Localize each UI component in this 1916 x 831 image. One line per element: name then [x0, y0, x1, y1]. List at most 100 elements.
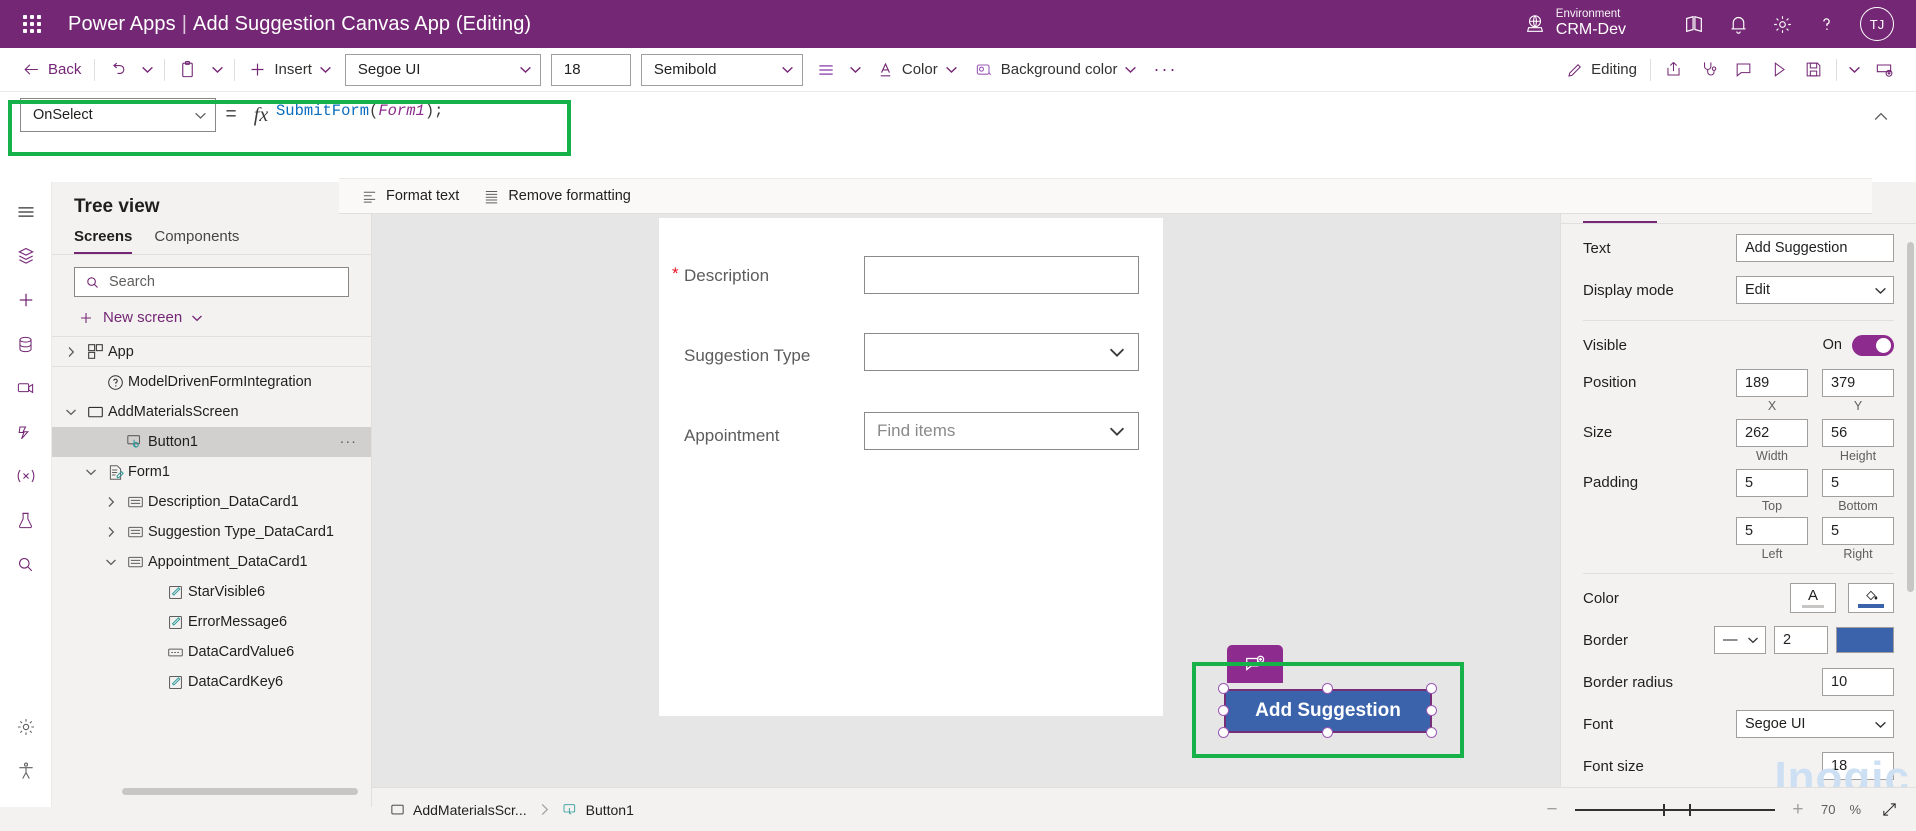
- search-box[interactable]: [74, 267, 349, 297]
- text-value-input[interactable]: Add Suggestion: [1736, 234, 1894, 262]
- data-icon[interactable]: [6, 322, 46, 366]
- save-icon[interactable]: [1796, 53, 1831, 87]
- tree-item-addmaterialsscreen[interactable]: AddMaterialsScreen: [52, 397, 371, 427]
- tree-view-icon[interactable]: [6, 234, 46, 278]
- tree-item-appointment-datacard1[interactable]: Appointment_DataCard1: [52, 547, 371, 577]
- paste-dropdown-chevron-down-icon[interactable]: [205, 53, 229, 87]
- share-icon[interactable]: [1656, 53, 1691, 87]
- collapse-chevron-up-icon[interactable]: [1864, 102, 1898, 132]
- tree-chevron-right-icon[interactable]: [60, 346, 82, 358]
- editing-mode-button[interactable]: Editing: [1558, 53, 1645, 87]
- tree-item-starvisible6[interactable]: StarVisible6: [52, 577, 371, 607]
- zoom-in-button[interactable]: +: [1789, 799, 1807, 821]
- variables-icon[interactable]: [6, 454, 46, 498]
- tree-chevron-right-icon[interactable]: [100, 496, 122, 508]
- size-width-input[interactable]: 262: [1736, 419, 1808, 447]
- tree-chevron-down-icon[interactable]: [80, 466, 102, 478]
- save-dropdown-chevron-down-icon[interactable]: [1842, 53, 1866, 87]
- app-checker-icon[interactable]: [1691, 53, 1726, 87]
- resize-handle-bottom-right[interactable]: [1426, 727, 1437, 738]
- breadcrumb-control[interactable]: Button1: [562, 802, 634, 818]
- avatar[interactable]: TJ: [1860, 7, 1894, 41]
- breadcrumb-screen[interactable]: AddMaterialsScr...: [390, 802, 527, 818]
- align-dropdown-chevron-down-icon[interactable]: [844, 53, 868, 87]
- position-x-input[interactable]: 189: [1736, 369, 1808, 397]
- preview-play-icon[interactable]: [1761, 53, 1796, 87]
- padding-top-input[interactable]: 5: [1736, 469, 1808, 497]
- undo-dropdown-chevron-down-icon[interactable]: [135, 53, 159, 87]
- search-icon[interactable]: [6, 542, 46, 586]
- app-canvas[interactable]: * Description Suggestion Type Appointmen…: [372, 182, 1560, 807]
- properties-scrollbar[interactable]: [1907, 242, 1914, 592]
- resize-handle-top-left[interactable]: [1218, 683, 1229, 694]
- tab-screens[interactable]: Screens: [74, 228, 133, 254]
- environment-selector[interactable]: Environment CRM-Dev: [1524, 8, 1626, 40]
- add-comment-icon[interactable]: [1227, 645, 1283, 683]
- fit-to-screen-icon[interactable]: [1881, 801, 1898, 818]
- tree-item-datacardkey6[interactable]: DataCardKey6: [52, 667, 371, 697]
- border-width-input[interactable]: 2: [1774, 626, 1828, 654]
- tree-item-datacardvalue6[interactable]: DataCardValue6: [52, 637, 371, 667]
- appointment-combobox[interactable]: Find items: [864, 412, 1139, 450]
- tab-components[interactable]: Components: [154, 228, 239, 254]
- description-text-input[interactable]: [864, 256, 1139, 294]
- insert-plus-icon[interactable]: [6, 278, 46, 322]
- tests-icon[interactable]: [6, 498, 46, 542]
- color-button[interactable]: Color: [868, 53, 966, 87]
- notifications-bell-icon[interactable]: [1716, 2, 1760, 46]
- overflow-more-icon[interactable]: ···: [1145, 53, 1185, 87]
- paste-icon[interactable]: [170, 53, 205, 87]
- new-screen-button[interactable]: New screen: [52, 305, 371, 337]
- tree-chevron-right-icon[interactable]: [100, 526, 122, 538]
- property-select[interactable]: OnSelect: [20, 98, 216, 132]
- settings-gear-icon[interactable]: [6, 705, 46, 749]
- app-launcher-icon[interactable]: [18, 10, 46, 38]
- tree-item-form1[interactable]: Form1: [52, 457, 371, 487]
- resize-handle-bottom-center[interactable]: [1322, 727, 1333, 738]
- font-select[interactable]: Segoe UI: [1736, 710, 1894, 738]
- suggestion-type-dropdown[interactable]: [864, 333, 1139, 371]
- font-size-input[interactable]: 18: [1822, 752, 1894, 780]
- border-style-select[interactable]: —: [1714, 626, 1766, 654]
- publish-icon[interactable]: [1866, 53, 1902, 87]
- apps-icon[interactable]: [1672, 2, 1716, 46]
- resize-handle-middle-right[interactable]: [1426, 705, 1437, 716]
- media-icon[interactable]: [6, 366, 46, 410]
- tree-item-app[interactable]: App: [52, 337, 371, 367]
- accessibility-icon[interactable]: [6, 749, 46, 793]
- back-button[interactable]: Back: [14, 53, 89, 87]
- hamburger-menu-icon[interactable]: [6, 190, 46, 234]
- padding-bottom-input[interactable]: 5: [1822, 469, 1894, 497]
- insert-button[interactable]: Insert: [240, 53, 340, 87]
- undo-icon[interactable]: [100, 53, 135, 87]
- resize-handle-top-right[interactable]: [1426, 683, 1437, 694]
- display-mode-select[interactable]: Edit: [1736, 276, 1894, 304]
- tree-item-button1[interactable]: Button1 ···: [52, 427, 371, 457]
- padding-left-input[interactable]: 5: [1736, 517, 1808, 545]
- tree-item-suggestion-type-datacard1[interactable]: Suggestion Type_DataCard1: [52, 517, 371, 547]
- font-size-input[interactable]: 18: [550, 53, 631, 86]
- formula-input[interactable]: SubmitForm(Form1);: [276, 98, 1892, 170]
- font-weight-select[interactable]: Semibold: [640, 53, 803, 86]
- tree-horizontal-scrollbar[interactable]: [122, 788, 358, 795]
- resize-handle-top-center[interactable]: [1322, 683, 1333, 694]
- border-radius-input[interactable]: 10: [1822, 668, 1894, 696]
- resize-handle-middle-left[interactable]: [1218, 705, 1229, 716]
- padding-right-input[interactable]: 5: [1822, 517, 1894, 545]
- zoom-out-button[interactable]: −: [1543, 799, 1561, 821]
- size-height-input[interactable]: 56: [1822, 419, 1894, 447]
- search-input[interactable]: [109, 274, 338, 290]
- tree-item-more-icon[interactable]: ···: [340, 434, 358, 450]
- border-color-swatch[interactable]: [1836, 627, 1894, 653]
- font-family-select[interactable]: Segoe UI: [344, 53, 541, 86]
- format-text-button[interactable]: Format text: [349, 182, 471, 210]
- tree-chevron-down-icon[interactable]: [100, 556, 122, 568]
- comments-icon[interactable]: [1726, 53, 1761, 87]
- fill-bucket-icon[interactable]: [1848, 583, 1894, 613]
- resize-handle-bottom-left[interactable]: [1218, 727, 1229, 738]
- tree-item-errormessage6[interactable]: ErrorMessage6: [52, 607, 371, 637]
- settings-gear-icon[interactable]: [1760, 2, 1804, 46]
- align-icon[interactable]: [808, 53, 844, 87]
- tree-chevron-down-icon[interactable]: [60, 406, 82, 418]
- background-color-button[interactable]: Background color: [966, 53, 1146, 87]
